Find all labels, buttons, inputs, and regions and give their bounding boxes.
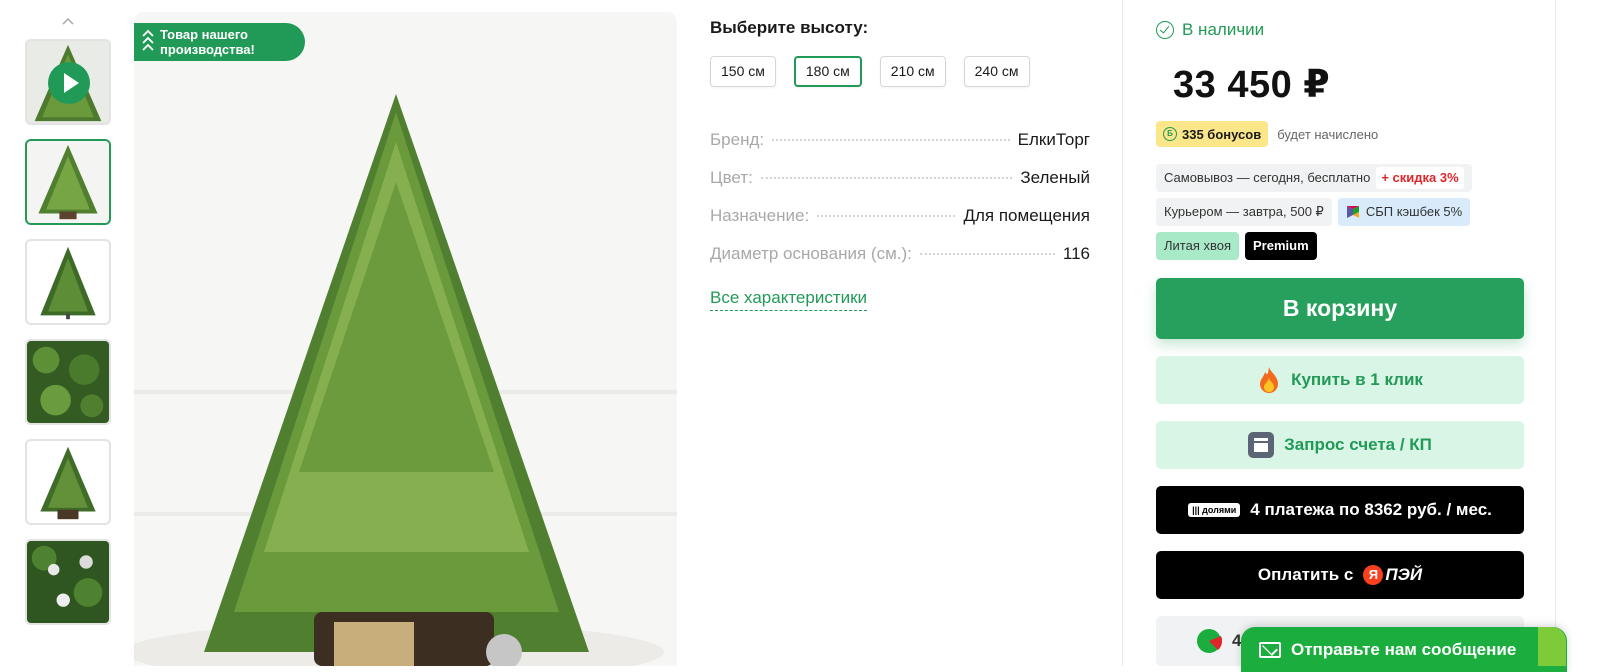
thumbnail-item[interactable] — [25, 339, 111, 425]
spec-row-diameter: Диаметр основания (см.): 116 — [710, 244, 1090, 282]
height-option-150[interactable]: 150 см — [710, 56, 776, 87]
yandex-pay-logo-text: ПЭЙ — [1385, 565, 1423, 584]
request-invoice-button[interactable]: Запрос счета / КП — [1156, 421, 1524, 469]
spec-label: Бренд: — [710, 130, 765, 149]
christmas-tree-image — [134, 12, 677, 666]
spec-dots — [760, 177, 1013, 179]
bonus-amount: 335 бонусов — [1182, 126, 1262, 142]
spec-value: Зеленый — [1020, 168, 1090, 187]
check-circle-icon — [1156, 21, 1174, 39]
thumbnail-item[interactable] — [25, 439, 111, 525]
yandex-pay-button[interactable]: Оплатить с Я ПЭЙ — [1156, 551, 1524, 599]
main-product-image[interactable] — [134, 12, 677, 666]
mail-icon — [1259, 641, 1281, 658]
delivery-chips: Самовывоз — сегодня, бесплатно + скидка … — [1156, 164, 1526, 260]
column-divider — [1555, 0, 1556, 666]
add-to-cart-button[interactable]: В корзину — [1156, 278, 1524, 339]
yandex-logo-icon: Я — [1363, 565, 1384, 585]
dolyami-installments-button[interactable]: ||| долями 4 платежа по 8362 руб. / мес. — [1156, 486, 1524, 534]
thumbnail-item[interactable] — [25, 139, 111, 225]
bonus-coin-icon: Б — [1163, 127, 1177, 141]
dolyami-logo: ||| долями — [1188, 503, 1241, 517]
spec-dots — [919, 253, 1055, 255]
add-to-cart-label: В корзину — [1282, 295, 1398, 321]
pickup-chip: Самовывоз — сегодня, бесплатно + скидка … — [1156, 164, 1472, 192]
dolyami-label: 4 платежа по 8362 руб. / мес. — [1250, 500, 1492, 519]
tree-thumbnail-image — [27, 241, 109, 323]
play-icon — [48, 62, 90, 104]
yandex-pay-logo: Я ПЭЙ — [1363, 565, 1422, 585]
courier-text: Курьером — завтра, 500 ₽ — [1164, 204, 1324, 219]
ornaments-closeup-image — [27, 541, 109, 623]
thumbnail-video[interactable] — [25, 39, 111, 125]
chevrons-up-icon — [142, 29, 154, 51]
thumbnail-item[interactable] — [25, 539, 111, 625]
chat-label: Отправьте нам сообщение — [1291, 639, 1517, 659]
spec-label: Цвет: — [710, 168, 753, 187]
thumbnail-list — [25, 39, 111, 639]
fire-icon — [1260, 367, 1279, 393]
yandex-pay-label: Оплатить с — [1257, 565, 1354, 584]
spec-dots — [817, 215, 956, 217]
buy-one-click-label: Купить в 1 клик — [1291, 370, 1423, 389]
bonus-badge: Б 335 бонусов — [1156, 121, 1269, 147]
request-invoice-label: Запрос счета / КП — [1284, 435, 1432, 454]
all-specs-link[interactable]: Все характеристики — [710, 288, 868, 311]
tree-thumbnail-image — [27, 141, 109, 223]
spec-label: Диаметр основания (см.): — [710, 244, 912, 263]
spec-label: Назначение: — [710, 206, 810, 225]
sbp-cashback-text: СБП кэшбек 5% — [1365, 204, 1463, 219]
price: 33 450 ₽ — [1173, 64, 1331, 106]
own-production-badge-text: Товар нашего производства! — [160, 27, 255, 57]
invoice-icon — [1248, 432, 1275, 458]
tree-thumbnail-image — [27, 441, 109, 523]
chat-widget[interactable]: Отправьте нам сообщение — [1241, 627, 1567, 672]
chat-widget-corner — [1538, 627, 1566, 666]
pickup-text: Самовывоз — сегодня, бесплатно — [1164, 170, 1371, 185]
spec-row-purpose: Назначение: Для помещения — [710, 206, 1090, 244]
bonus-row: Б 335 бонусов будет начислено — [1156, 121, 1378, 147]
spec-value: 116 — [1062, 244, 1090, 263]
own-production-badge: Товар нашего производства! — [134, 23, 305, 61]
height-title: Выберите высоту: — [710, 18, 869, 37]
thumbnail-item[interactable] — [25, 239, 111, 325]
sbp-cashback-chip: СБП кэшбек 5% — [1337, 198, 1471, 226]
bonus-note: будет начислено — [1277, 126, 1379, 142]
spec-value: Для помещения — [963, 206, 1090, 225]
height-option-210[interactable]: 210 см — [879, 56, 946, 87]
spec-dots — [772, 139, 1010, 141]
specs-list: Бренд: ЕлкиТорг Цвет: Зеленый Назначение… — [710, 130, 1090, 282]
height-options: 150 см 180 см 210 см 240 см — [710, 56, 1030, 87]
payment-logo-icon — [1197, 629, 1222, 653]
premium-chip: Premium — [1245, 232, 1317, 260]
spec-value: ЕлкиТорг — [1017, 130, 1090, 149]
courier-chip: Курьером — завтра, 500 ₽ — [1156, 198, 1332, 226]
needles-closeup-image — [27, 341, 109, 423]
chevron-up-icon[interactable] — [60, 14, 76, 30]
spec-row-color: Цвет: Зеленый — [710, 168, 1090, 206]
column-divider — [1122, 0, 1123, 666]
sbp-logo-icon — [1346, 206, 1359, 218]
pickup-discount: + скидка 3% — [1376, 167, 1464, 189]
spec-row-brand: Бренд: ЕлкиТорг — [710, 130, 1090, 168]
height-option-180[interactable]: 180 см — [793, 56, 862, 87]
buy-one-click-button[interactable]: Купить в 1 клик — [1156, 356, 1524, 404]
stock-status-text: В наличии — [1182, 20, 1265, 39]
height-option-240[interactable]: 240 см — [963, 56, 1030, 87]
needle-type-chip: Литая хвоя — [1156, 232, 1240, 260]
stock-status: В наличии — [1156, 20, 1264, 40]
